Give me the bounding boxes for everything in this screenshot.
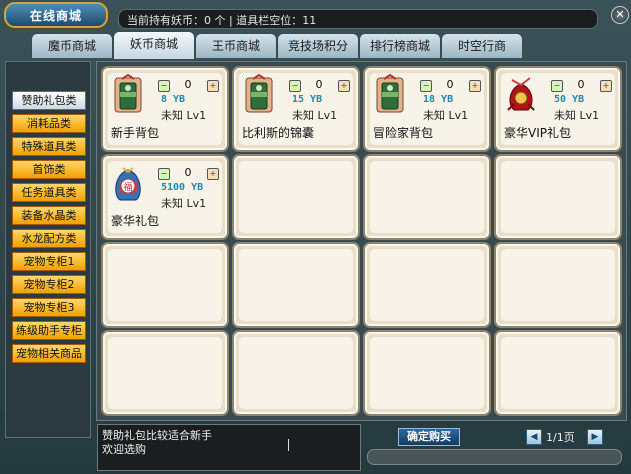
decrease-quantity-button[interactable]: − [551, 80, 563, 92]
quantity-value: 0 [577, 78, 585, 91]
sidebar-item-9[interactable]: 宠物专柜3 [12, 298, 86, 317]
item-card-inner [239, 249, 353, 321]
item-card-inner [370, 161, 484, 233]
quantity-value: 0 [184, 166, 192, 179]
decrease-quantity-button[interactable]: − [158, 80, 170, 92]
item-card-inner [501, 337, 615, 409]
item-name: 豪华VIP礼包 [504, 126, 571, 140]
decrease-quantity-button[interactable]: − [289, 80, 301, 92]
sidebar-item-1[interactable]: 消耗品类 [12, 114, 86, 133]
empty-slot[interactable] [494, 330, 622, 416]
item-meta: 未知 Lv1 [161, 109, 207, 122]
item-card-inner [501, 161, 615, 233]
decrease-quantity-button[interactable]: − [158, 168, 170, 180]
item-card[interactable]: − 0 +15 YB 未知 Lv1 比利斯的锦囊 [232, 66, 360, 152]
title-plaque: 在线商城 [4, 2, 108, 28]
decrease-quantity-button[interactable]: − [420, 80, 432, 92]
item-card-inner [239, 337, 353, 409]
increase-quantity-button[interactable]: + [600, 80, 612, 92]
empty-slot[interactable] [363, 330, 491, 416]
increase-quantity-button[interactable]: + [469, 80, 481, 92]
status-bar: 当前持有妖币：0 个 | 道具栏空位：11 [118, 9, 598, 29]
sidebar-item-5[interactable]: 装备水晶类 [12, 206, 86, 225]
item-name: 豪华礼包 [111, 214, 160, 228]
quantity-value: 0 [446, 78, 454, 91]
item-meta: 未知 Lv1 [554, 109, 600, 122]
item-name: 比利斯的锦囊 [242, 126, 315, 140]
empty-slot[interactable] [101, 330, 229, 416]
tab-1[interactable]: 妖币商城 [113, 31, 195, 59]
sidebar-item-10[interactable]: 练级助手专柜 [12, 321, 86, 340]
empty-slot[interactable] [363, 154, 491, 240]
next-page-button[interactable]: ▶ [587, 429, 603, 445]
item-card-inner [239, 161, 353, 233]
green-bag-icon[interactable] [373, 73, 407, 114]
empty-slot[interactable] [363, 242, 491, 328]
window-title: 在线商城 [29, 9, 82, 23]
text-caret [288, 439, 289, 451]
empty-slot[interactable] [232, 154, 360, 240]
item-card[interactable]: − 0 +18 YB 未知 Lv1 冒险家背包 [363, 66, 491, 152]
item-card-inner [108, 249, 222, 321]
green-bag-icon[interactable] [111, 73, 145, 114]
description-box: 赞助礼包比较适合新手 欢迎选购 [97, 424, 361, 471]
item-card-inner [108, 337, 222, 409]
sidebar-item-8[interactable]: 宠物专柜2 [12, 275, 86, 294]
empty-slot[interactable] [494, 242, 622, 328]
item-card[interactable]: − 0 +8 YB 未知 Lv1 新手背包 [101, 66, 229, 152]
sidebar-item-4[interactable]: 任务道具类 [12, 183, 86, 202]
item-price: 18 YB [423, 94, 454, 105]
tab-0[interactable]: 魔币商城 [31, 33, 113, 58]
online-shop-window: 在线商城 当前持有妖币：0 个 | 道具栏空位：11 ✕ 魔币商城 妖币商城 王币商… [0, 0, 631, 474]
item-price: 50 YB [554, 94, 585, 105]
green-bag-icon[interactable] [242, 73, 276, 114]
close-button[interactable]: ✕ [611, 6, 629, 24]
item-card[interactable]: 福 − 0 +5100 YB 未知 Lv1 豪华礼包 [101, 154, 229, 240]
empty-slot[interactable] [232, 330, 360, 416]
quantity-value: 0 [315, 78, 323, 91]
item-card-inner [370, 249, 484, 321]
item-grid: −0 +8 YB 未知 Lv1 新手背包 −0 +15 YB 未知 Lv1 比利斯的锦囊 −0 +… [96, 61, 627, 421]
increase-quantity-button[interactable]: + [207, 80, 219, 92]
empty-slot[interactable] [101, 242, 229, 328]
item-name: 冒险家背包 [373, 126, 434, 140]
quantity-value: 0 [184, 78, 192, 91]
page-indicator: 1/1页 [546, 431, 575, 444]
empty-slot[interactable] [494, 154, 622, 240]
description-line-2: 欢迎选购 [102, 443, 146, 456]
sidebar-item-7[interactable]: 宠物专柜1 [12, 252, 86, 271]
svg-text:福: 福 [123, 181, 132, 193]
red-pouch-icon[interactable] [504, 74, 538, 114]
sidebar-item-11[interactable]: 宠物相关商品 [12, 344, 86, 363]
item-meta: 未知 Lv1 [292, 109, 338, 122]
item-card-inner [501, 249, 615, 321]
item-meta: 未知 Lv1 [161, 197, 207, 210]
sidebar-item-3[interactable]: 首饰类 [12, 160, 86, 179]
item-price: 8 YB [161, 94, 186, 105]
item-price: 15 YB [292, 94, 323, 105]
item-card[interactable]: − 0 +50 YB 未知 Lv1 豪华VIP礼包 [494, 66, 622, 152]
fortune-bag-icon[interactable]: 福 [111, 162, 145, 202]
item-name: 新手背包 [111, 126, 160, 140]
tab-3[interactable]: 竞技场积分 [277, 33, 359, 58]
confirm-buy-button[interactable]: 确定购买 [398, 428, 460, 446]
sidebar-item-6[interactable]: 水龙配方类 [12, 229, 86, 248]
sidebar-item-2[interactable]: 特殊道具类 [12, 137, 86, 156]
tab-2[interactable]: 王币商城 [195, 33, 277, 58]
empty-slot[interactable] [232, 242, 360, 328]
increase-quantity-button[interactable]: + [207, 168, 219, 180]
item-price: 5100 YB [161, 182, 204, 193]
item-card-inner [370, 337, 484, 409]
tab-4[interactable]: 排行榜商城 [359, 33, 441, 58]
sidebar-item-0[interactable]: 赞助礼包类 [12, 91, 86, 110]
item-meta: 未知 Lv1 [423, 109, 469, 122]
increase-quantity-button[interactable]: + [338, 80, 350, 92]
status-text: 当前持有妖币：0 个 | 道具栏空位：11 [127, 14, 317, 27]
prev-page-button[interactable]: ◀ [526, 429, 542, 445]
category-sidebar: 赞助礼包类消耗品类特殊道具类首饰类任务道具类装备水晶类水龙配方类宠物专柜1 宠物专… [5, 61, 91, 438]
scrollbar[interactable] [367, 449, 622, 465]
tab-5[interactable]: 时空行商 [441, 33, 523, 58]
